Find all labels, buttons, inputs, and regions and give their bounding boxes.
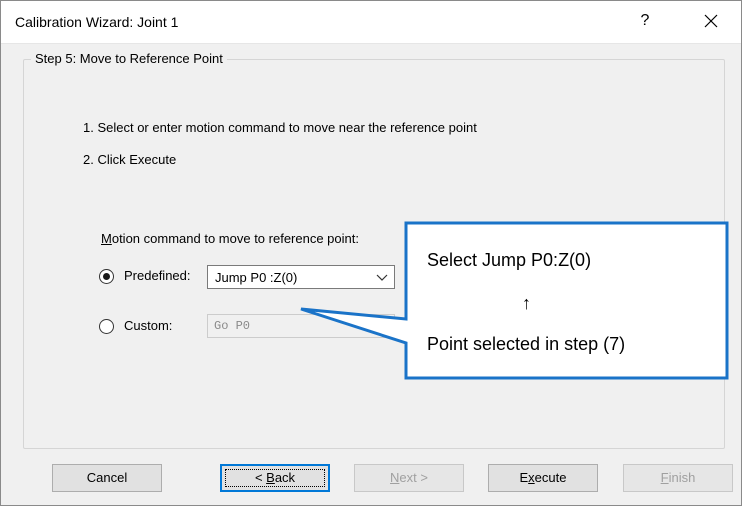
instruction-1: 1. Select or enter motion command to mov… (83, 120, 477, 135)
radio-selected-dot (103, 273, 110, 280)
step-title: Step 5: Move to Reference Point (31, 51, 227, 66)
motion-command-label: Motion command to move to reference poin… (101, 231, 359, 246)
callout-line-1: Select Jump P0:Z(0) (427, 250, 592, 270)
custom-radio[interactable] (99, 319, 114, 334)
callout-line-2: Point selected in step (7) (427, 334, 626, 354)
chevron-down-icon (376, 274, 388, 281)
help-icon: ? (640, 12, 650, 29)
close-icon (704, 14, 718, 28)
help-button[interactable]: ? (633, 9, 657, 33)
step-groupbox (23, 59, 725, 449)
instruction-2: 2. Click Execute (83, 152, 177, 167)
cancel-button[interactable]: Cancel (52, 464, 162, 492)
custom-label[interactable]: Custom: (124, 318, 172, 333)
predefined-command-value: Jump P0 :Z(0) (215, 270, 298, 285)
up-arrow-icon: ↑ (522, 293, 531, 313)
predefined-radio[interactable] (99, 269, 114, 284)
wizard-dialog: Calibration Wizard: Joint 1 ? Step 5: Mo… (0, 0, 742, 506)
next-button[interactable]: Next > (354, 464, 464, 492)
close-button[interactable] (691, 6, 731, 36)
window-title: Calibration Wizard: Joint 1 (15, 14, 179, 30)
finish-button[interactable]: Finish (623, 464, 733, 492)
predefined-command-select[interactable]: Jump P0 :Z(0) (207, 265, 395, 289)
execute-button[interactable]: Execute (488, 464, 598, 492)
custom-command-field[interactable] (207, 314, 395, 338)
back-button[interactable]: < Back (220, 464, 330, 492)
title-bar: Calibration Wizard: Joint 1 ? (1, 1, 741, 44)
custom-command-input[interactable] (214, 319, 384, 333)
predefined-label[interactable]: Predefined: (124, 268, 191, 283)
